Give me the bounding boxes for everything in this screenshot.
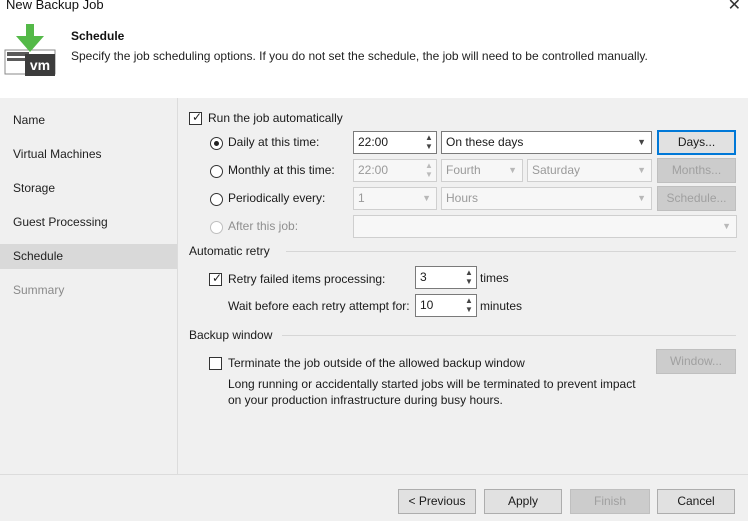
chevron-down-icon: ▼ bbox=[637, 137, 646, 147]
cancel-button[interactable]: Cancel bbox=[657, 489, 735, 514]
retry-count-value: 3 bbox=[420, 270, 427, 284]
retry-checkbox[interactable]: ✓ bbox=[209, 271, 223, 286]
schedule-panel: ✓ Run the job automatically Daily at thi… bbox=[178, 98, 748, 474]
daily-time-value: 22:00 bbox=[358, 135, 389, 149]
days-option-select[interactable]: On these days ▼ bbox=[441, 131, 652, 154]
monthly-label: Monthly at this time: bbox=[228, 163, 335, 177]
monthly-time-input[interactable]: 22:00 ▲ ▼ bbox=[353, 159, 437, 182]
wait-minutes-value: 10 bbox=[420, 298, 434, 312]
window-button[interactable]: Window... bbox=[656, 349, 736, 374]
retry-label: Retry failed items processing: bbox=[228, 272, 386, 286]
backup-job-icon: vm bbox=[4, 24, 58, 86]
weekday-value: Saturday bbox=[532, 163, 581, 177]
sidebar-item-storage[interactable]: Storage bbox=[0, 176, 177, 201]
periodically-label: Periodically every: bbox=[228, 191, 326, 205]
monthly-radio[interactable] bbox=[210, 165, 223, 178]
terminate-note-line1: Long running or accidentally started job… bbox=[228, 377, 636, 391]
wizard-sidebar: Name Virtual Machines Storage Guest Proc… bbox=[0, 98, 178, 474]
chevron-down-icon: ▼ bbox=[722, 221, 731, 231]
window-title: New Backup Job bbox=[6, 0, 104, 12]
run-automatically-checkbox[interactable]: ✓ bbox=[189, 110, 203, 125]
apply-button[interactable]: Apply bbox=[484, 489, 562, 514]
daily-time-input[interactable]: 22:00 ▲ ▼ bbox=[353, 131, 437, 154]
chevron-down-icon: ▼ bbox=[637, 193, 646, 203]
sidebar-item-name[interactable]: Name bbox=[0, 108, 177, 133]
spinner-icon[interactable]: ▲ ▼ bbox=[424, 133, 434, 152]
period-value-select[interactable]: 1 ▼ bbox=[353, 187, 437, 210]
wizard-header: vm Schedule Specify the job scheduling o… bbox=[0, 14, 748, 98]
wait-unit: minutes bbox=[480, 299, 523, 313]
terminate-label: Terminate the job outside of the allowed… bbox=[228, 356, 525, 370]
after-job-radio[interactable] bbox=[210, 221, 223, 234]
months-button[interactable]: Months... bbox=[657, 158, 736, 183]
spinner-icon[interactable]: ▲ ▼ bbox=[464, 296, 474, 315]
period-value: 1 bbox=[358, 191, 365, 205]
page-description: Specify the job scheduling options. If y… bbox=[71, 49, 648, 63]
daily-label: Daily at this time: bbox=[228, 135, 320, 149]
sidebar-item-virtual-machines[interactable]: Virtual Machines bbox=[0, 142, 177, 167]
finish-button[interactable]: Finish bbox=[570, 489, 650, 514]
divider bbox=[286, 251, 736, 252]
days-button[interactable]: Days... bbox=[657, 130, 736, 155]
daily-radio[interactable] bbox=[210, 137, 223, 150]
wait-minutes-input[interactable]: 10 ▲ ▼ bbox=[415, 294, 477, 317]
chevron-down-icon: ▼ bbox=[637, 165, 646, 175]
week-select[interactable]: Fourth ▼ bbox=[441, 159, 523, 182]
terminate-checkbox[interactable] bbox=[209, 357, 222, 370]
weekday-select[interactable]: Saturday ▼ bbox=[527, 159, 652, 182]
week-value: Fourth bbox=[446, 163, 481, 177]
sidebar-item-summary: Summary bbox=[13, 283, 65, 297]
period-unit-value: Hours bbox=[446, 191, 479, 205]
sidebar-item-guest-processing[interactable]: Guest Processing bbox=[0, 210, 177, 235]
retry-unit: times bbox=[480, 271, 509, 285]
backup-window-heading: Backup window bbox=[189, 328, 273, 342]
divider bbox=[282, 335, 736, 336]
title-bar: New Backup Job ✕ bbox=[0, 0, 748, 14]
schedule-button[interactable]: Schedule... bbox=[657, 186, 736, 211]
spinner-icon: ▲ ▼ bbox=[425, 161, 433, 179]
automatic-retry-heading: Automatic retry bbox=[189, 244, 270, 258]
after-job-select[interactable]: ▼ bbox=[353, 215, 737, 238]
wait-label: Wait before each retry attempt for: bbox=[228, 299, 410, 313]
monthly-time-value: 22:00 bbox=[358, 163, 389, 177]
after-job-label: After this job: bbox=[228, 219, 299, 233]
sidebar-item-schedule[interactable]: Schedule bbox=[0, 244, 177, 269]
page-title: Schedule bbox=[71, 29, 125, 43]
periodically-radio[interactable] bbox=[210, 193, 223, 206]
terminate-note-line2: on your production infrastructure during… bbox=[228, 393, 503, 407]
chevron-down-icon: ▼ bbox=[422, 193, 431, 203]
close-icon[interactable]: ✕ bbox=[728, 0, 741, 15]
days-option-value: On these days bbox=[446, 135, 524, 149]
checkmark-icon: ✓ bbox=[192, 110, 203, 124]
retry-count-input[interactable]: 3 ▲ ▼ bbox=[415, 266, 477, 289]
checkmark-icon: ✓ bbox=[212, 271, 223, 285]
spinner-icon[interactable]: ▲ ▼ bbox=[464, 268, 474, 287]
chevron-down-icon: ▼ bbox=[508, 165, 517, 175]
period-unit-select[interactable]: Hours ▼ bbox=[441, 187, 652, 210]
svg-text:vm: vm bbox=[30, 57, 50, 73]
run-automatically-label: Run the job automatically bbox=[208, 111, 343, 125]
previous-button[interactable]: < Previous bbox=[398, 489, 476, 514]
wizard-footer: < Previous Apply Finish Cancel bbox=[0, 474, 748, 521]
